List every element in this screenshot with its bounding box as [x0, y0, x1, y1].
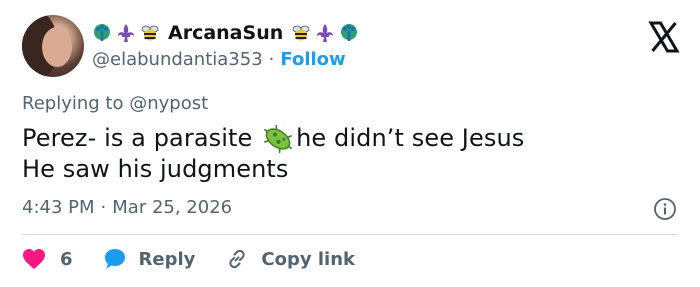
heart-icon: [23, 249, 45, 269]
replying-prefix: Replying to: [22, 93, 124, 114]
tweet-time: 4:43 PM: [22, 197, 95, 218]
tweet-text-part2: he didn’t see Jesus: [296, 124, 525, 152]
reply-bubble-icon: [104, 249, 125, 269]
microbe-icon: [264, 124, 293, 153]
fleur-de-lis-icon: [315, 23, 335, 43]
separator: ·: [268, 49, 275, 70]
like-count: 6: [60, 248, 73, 270]
copy-link-label: Copy link: [261, 248, 355, 270]
tweet-date: Mar 25, 2026: [112, 197, 233, 218]
author-name-row[interactable]: ArcanaSun: [92, 19, 359, 47]
copy-link-button[interactable]: Copy link: [225, 247, 355, 271]
handle-row: @elabundantia353 · Follow: [92, 49, 346, 70]
display-name[interactable]: ArcanaSun: [168, 22, 283, 44]
divider: [22, 234, 678, 235]
action-bar: 6 Reply Copy link: [22, 247, 355, 271]
peacock-icon: [339, 23, 359, 43]
replying-to: Replying to @nypost: [22, 93, 208, 114]
bee-icon: [140, 23, 160, 43]
x-logo-icon[interactable]: [646, 19, 682, 55]
tweet-card: ArcanaSun @elabundantia353 · Follow Repl…: [0, 0, 700, 287]
tweet-text-line2: He saw his judgments: [22, 155, 289, 183]
info-icon[interactable]: [653, 197, 677, 221]
reply-label: Reply: [138, 248, 196, 270]
fleur-de-lis-icon: [116, 23, 136, 43]
separator: ·: [100, 197, 107, 218]
author-handle[interactable]: @elabundantia353: [92, 49, 263, 70]
tweet-text-part1: Perez- is a parasite: [22, 124, 261, 152]
avatar[interactable]: [22, 15, 84, 77]
tweet-timestamp[interactable]: 4:43 PM · Mar 25, 2026: [22, 197, 232, 218]
replying-mention[interactable]: @nypost: [129, 93, 208, 114]
reply-button[interactable]: Reply: [103, 247, 226, 271]
like-button[interactable]: 6: [22, 248, 103, 270]
tweet-header: ArcanaSun @elabundantia353 · Follow: [22, 15, 682, 81]
peacock-icon: [92, 23, 112, 43]
bee-icon: [291, 23, 311, 43]
tweet-text: Perez- is a parasite he didn’t see Jesus…: [22, 123, 524, 185]
link-icon: [229, 249, 246, 269]
follow-button[interactable]: Follow: [280, 49, 345, 70]
